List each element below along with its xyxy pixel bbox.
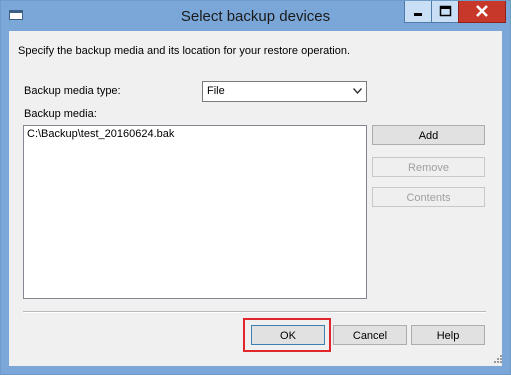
help-button[interactable]: Help bbox=[411, 325, 485, 345]
chevron-down-icon bbox=[353, 88, 362, 94]
remove-button[interactable]: Remove bbox=[372, 157, 485, 177]
list-item[interactable]: C:\Backup\test_20160624.bak bbox=[27, 128, 174, 140]
divider bbox=[23, 311, 486, 313]
minimize-button[interactable] bbox=[404, 1, 432, 23]
maximize-icon bbox=[439, 5, 452, 17]
backup-media-list[interactable]: C:\Backup\test_20160624.bak bbox=[23, 125, 367, 299]
dialog-window: Select backup devices Specify the backup… bbox=[0, 0, 511, 375]
close-icon bbox=[476, 5, 488, 17]
minimize-icon bbox=[414, 13, 422, 16]
backup-media-type-dropdown[interactable]: File bbox=[202, 81, 367, 102]
add-button[interactable]: Add bbox=[372, 125, 485, 145]
title-bar[interactable]: Select backup devices bbox=[1, 1, 510, 31]
cancel-button[interactable]: Cancel bbox=[333, 325, 407, 345]
ok-highlight-box bbox=[243, 318, 331, 352]
close-button[interactable] bbox=[458, 1, 506, 23]
backup-media-label: Backup media: bbox=[24, 108, 97, 120]
maximize-button[interactable] bbox=[431, 1, 459, 23]
backup-media-type-value: File bbox=[207, 85, 225, 97]
instruction-text: Specify the backup media and its locatio… bbox=[18, 45, 351, 57]
contents-button[interactable]: Contents bbox=[372, 187, 485, 207]
backup-media-type-label: Backup media type: bbox=[24, 85, 121, 97]
dialog-body: Specify the backup media and its locatio… bbox=[9, 31, 502, 366]
size-grip-icon[interactable] bbox=[492, 353, 502, 363]
